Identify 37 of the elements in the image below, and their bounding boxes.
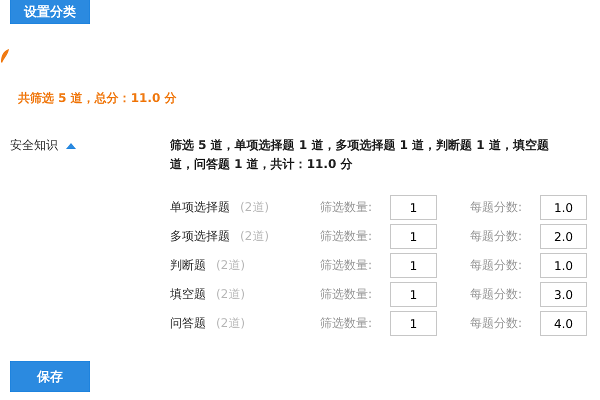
count-input[interactable]: 1 xyxy=(390,195,437,220)
available-count: (2道) xyxy=(216,286,245,303)
score-input[interactable]: 4.0 xyxy=(540,311,587,336)
count-input[interactable]: 1 xyxy=(390,224,437,249)
count-label: 筛选数量: xyxy=(320,228,374,245)
count-input[interactable]: 1 xyxy=(390,253,437,278)
count-label: 筛选数量: xyxy=(320,286,374,303)
available-count: (2道) xyxy=(216,315,245,332)
count-input[interactable]: 1 xyxy=(390,311,437,336)
score-label: 每题分数: xyxy=(470,315,524,332)
count-label: 筛选数量: xyxy=(320,257,374,274)
question-type: 问答题 xyxy=(170,315,206,332)
available-count: (2道) xyxy=(240,228,269,245)
category-summary: 筛选 5 道，单项选择题 1 道，多项选择题 1 道，判断题 1 道，填空题 道，问答题 1 道，共计：11.0 分 xyxy=(170,137,550,173)
score-label: 每题分数: xyxy=(470,199,524,216)
category-name: 安全知识 xyxy=(10,137,58,154)
question-type: 填空题 xyxy=(170,286,206,303)
score-label: 每题分数: xyxy=(470,228,524,245)
score-label: 每题分数: xyxy=(470,257,524,274)
available-count: (2道) xyxy=(240,199,269,216)
count-input[interactable]: 1 xyxy=(390,282,437,307)
question-type: 判断题 xyxy=(170,257,206,274)
available-count: (2道) xyxy=(216,257,245,274)
question-type: 多项选择题 xyxy=(170,228,230,245)
count-label: 筛选数量: xyxy=(320,315,374,332)
set-category-button[interactable]: 设置分类 xyxy=(10,0,90,24)
total-summary: 共筛选 5 道，总分：11.0 分 xyxy=(18,90,178,107)
score-input[interactable]: 3.0 xyxy=(540,282,587,307)
score-input[interactable]: 1.0 xyxy=(540,253,587,278)
leaf-icon xyxy=(0,48,10,64)
count-label: 筛选数量: xyxy=(320,199,374,216)
score-input[interactable]: 1.0 xyxy=(540,195,587,220)
collapse-icon[interactable] xyxy=(66,143,76,149)
question-type: 单项选择题 xyxy=(170,199,230,216)
score-label: 每题分数: xyxy=(470,286,524,303)
score-input[interactable]: 2.0 xyxy=(540,224,587,249)
save-button[interactable]: 保存 xyxy=(10,361,90,392)
